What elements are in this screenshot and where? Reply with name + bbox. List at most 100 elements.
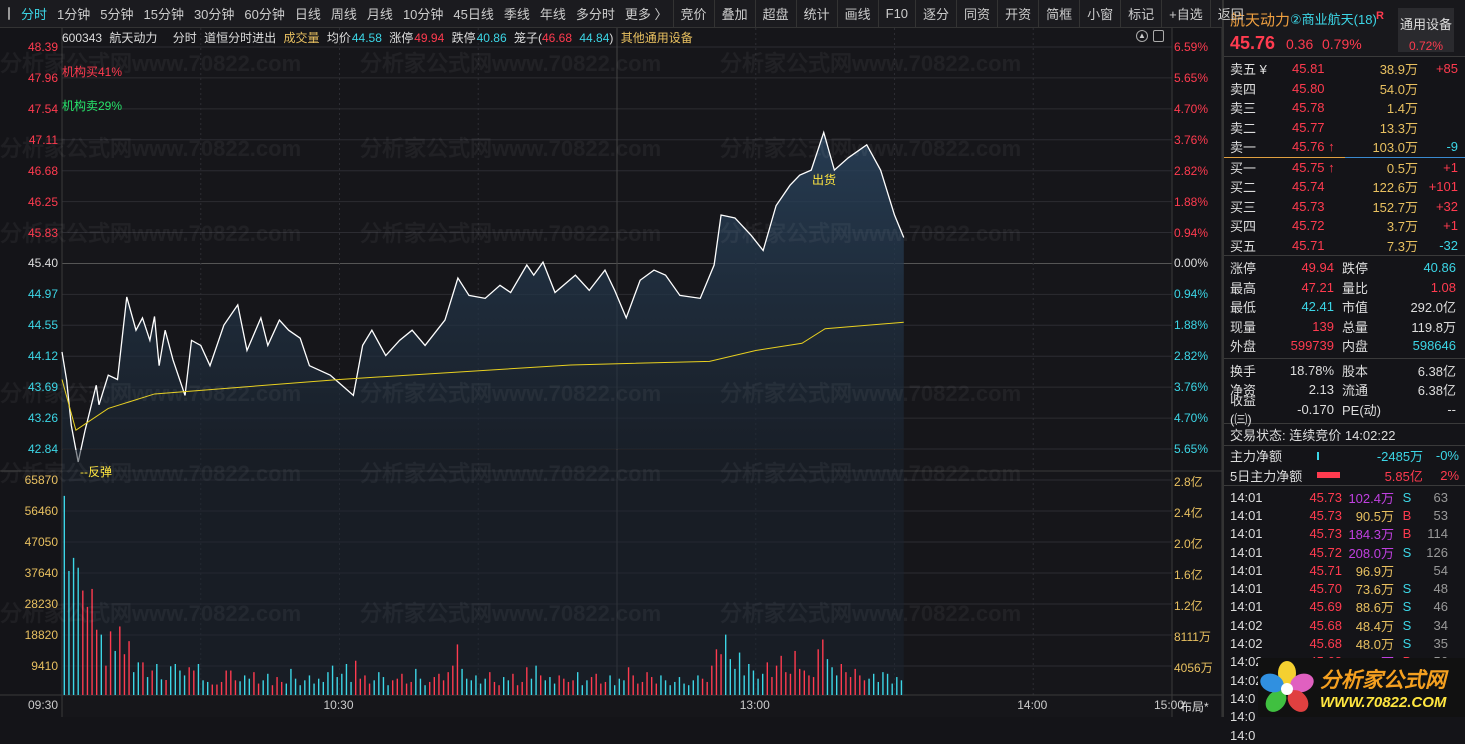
pct-tick-label: 1.88% <box>1174 318 1209 333</box>
toolbar-button[interactable]: 逐分 <box>915 0 956 27</box>
level-change: +1 <box>1443 159 1458 175</box>
level-label: 卖二 <box>1230 120 1257 136</box>
toolbar-button[interactable]: 小窗 <box>1079 0 1120 27</box>
level-price: 45.76 ↑ <box>1292 139 1335 155</box>
intraday-chart[interactable] <box>0 28 1222 717</box>
price-change: 0.36 <box>1286 36 1314 52</box>
pct-tick-label: 0.94% <box>1174 287 1209 302</box>
tick-volume: 88.6万 <box>1355 600 1394 616</box>
toolbar-button[interactable]: 简框 <box>1038 0 1079 27</box>
period-tab[interactable]: 月线 <box>362 4 398 23</box>
price-tick-label: 43.69 <box>27 380 58 395</box>
pct-tick-label: 6.59% <box>1174 40 1209 54</box>
toolbar-button[interactable]: 统计 <box>795 0 837 27</box>
toolbar-button[interactable]: +自选 <box>1161 0 1210 27</box>
pct-tick-label: 3.76% <box>1174 132 1209 147</box>
stat-label: 市值 <box>1342 300 1369 316</box>
concept-tag[interactable]: ②商业航天(18) <box>1290 9 1377 28</box>
panel-toggle-icon[interactable] <box>8 7 10 20</box>
expand-up-icon[interactable]: ▲ <box>1136 30 1148 42</box>
level-label: 卖五 ¥ <box>1230 62 1267 78</box>
flow-label: 5日主力净额 <box>1230 468 1303 484</box>
price-tick-label: 44.97 <box>27 287 58 302</box>
period-tab[interactable]: 季线 <box>499 4 535 23</box>
flow-row: 5日主力净额 5.85亿 2% <box>1224 466 1465 486</box>
tick-time: 14:01 <box>1230 526 1263 542</box>
pct-tick-label: 4.70% <box>1174 411 1209 426</box>
tick-price: 45.68 <box>1309 636 1342 652</box>
amount-tick-label: 2.0亿 <box>1174 537 1203 551</box>
flow-bar <box>1316 451 1319 460</box>
period-tab[interactable]: 45日线 <box>448 4 498 23</box>
stat-label: 最低 <box>1230 300 1257 316</box>
tick-price: 45.71 <box>1309 562 1342 578</box>
sector-pct: 0.72% <box>1408 39 1444 53</box>
level-label: 买二 <box>1230 180 1257 196</box>
toolbar-button[interactable]: 返回 <box>1209 0 1251 27</box>
volume-label[interactable]: 成交量 <box>283 31 319 45</box>
order-book-row: 卖二 45.77 13.3万 <box>1224 118 1465 138</box>
period-tab[interactable]: 1分钟 <box>52 4 95 23</box>
tick-price: 45.70 <box>1309 581 1342 597</box>
period-tab[interactable]: 更多 〉 <box>620 4 673 23</box>
amount-tick-label: 1.2亿 <box>1174 599 1203 613</box>
stat-value: 6.38亿 <box>1417 383 1456 399</box>
level-volume: 7.3万 <box>1386 238 1418 254</box>
toolbar-button[interactable]: 叠加 <box>713 0 755 27</box>
sector-box[interactable]: 通用设备 0.72% <box>1398 8 1454 53</box>
period-toolbar: 分时 1分钟 5分钟 15分钟 30分钟 60分钟 日线 周线 月线 10分钟 45日线 季线 年线 多分… <box>0 0 1244 28</box>
industry[interactable]: 其他通用设备 <box>621 31 693 45</box>
toolbar-button[interactable]: 画线 <box>836 0 878 27</box>
price-pct: 0.79% <box>1322 36 1362 52</box>
stats-block: 涨停 49.94 跌停 40.86 最高 47.21 量比 1.08 最低 42.41 市值 292.… <box>1224 255 1465 356</box>
level-change: -32 <box>1439 237 1458 253</box>
stat-value: -- <box>1447 401 1456 417</box>
period-tab[interactable]: 周线 <box>326 4 362 23</box>
tick-count: 63 <box>1433 489 1448 505</box>
price-tick-label: 42.84 <box>27 442 58 456</box>
tick-row: 14:01 45.73 184.3万 B 114 <box>1224 525 1465 543</box>
tick-volume: 96.9万 <box>1355 563 1394 579</box>
level-volume: 152.7万 <box>1372 199 1418 215</box>
tick-price: 45.69 <box>1309 599 1342 615</box>
level-label: 卖四 <box>1230 81 1257 97</box>
tick-row: 14:01 45.72 208.0万 S 126 <box>1224 543 1465 561</box>
indicator-name[interactable]: 道恒分时进出 <box>204 31 276 45</box>
period-tab[interactable]: 多分时 <box>571 4 620 23</box>
capital-flow: 主力净额 -2485万 -0% 5日主力净额 5.85亿 2% <box>1224 445 1465 485</box>
level-volume: 122.6万 <box>1372 180 1418 196</box>
period-tab[interactable]: 60分钟 <box>239 4 289 23</box>
toolbar-button[interactable]: 开资 <box>997 0 1038 27</box>
tick-time: 14:01 <box>1230 599 1263 615</box>
price-tick-label: 44.55 <box>27 318 58 333</box>
window-icon[interactable] <box>1153 30 1164 42</box>
volume-area-shade <box>62 450 904 695</box>
flow-label: 主力净额 <box>1230 449 1283 465</box>
order-book-row: 买五 45.71 7.3万 -32 <box>1224 236 1465 256</box>
toolbar-button[interactable]: 超盘 <box>754 0 796 27</box>
period-tab[interactable]: 15分钟 <box>138 4 188 23</box>
period-tab[interactable]: 分时 <box>16 4 52 23</box>
period-tab[interactable]: 30分钟 <box>189 4 239 23</box>
layout-button[interactable]: 布局* <box>1180 698 1209 715</box>
stat-label: 换手 <box>1230 363 1257 379</box>
level-change: -9 <box>1446 139 1458 155</box>
level-change: +85 <box>1435 61 1458 77</box>
pct-tick-label: 3.76% <box>1174 380 1209 395</box>
period-tab[interactable]: 10分钟 <box>398 4 448 23</box>
period-tab[interactable]: 5分钟 <box>95 4 138 23</box>
period-tab[interactable]: 年线 <box>535 4 571 23</box>
volume-tick-label: 9410 <box>31 659 58 673</box>
period-tab[interactable]: 日线 <box>290 4 326 23</box>
toolbar-button[interactable]: 标记 <box>1120 0 1161 27</box>
pct-tick-label: 2.82% <box>1174 349 1209 364</box>
price-tick-label: 47.96 <box>27 70 58 85</box>
toolbar-button[interactable]: 竞价 <box>672 0 714 27</box>
tick-row: 14:01 45.73 90.5万 B 53 <box>1224 506 1465 524</box>
level-label: 买五 <box>1230 238 1257 254</box>
stat-label: 股本 <box>1342 363 1369 379</box>
toolbar-button[interactable]: 同资 <box>956 0 997 27</box>
pct-tick-label: 0.00% <box>1174 256 1209 271</box>
toolbar-button[interactable]: F10 <box>877 0 915 27</box>
tick-side: S <box>1402 599 1412 615</box>
